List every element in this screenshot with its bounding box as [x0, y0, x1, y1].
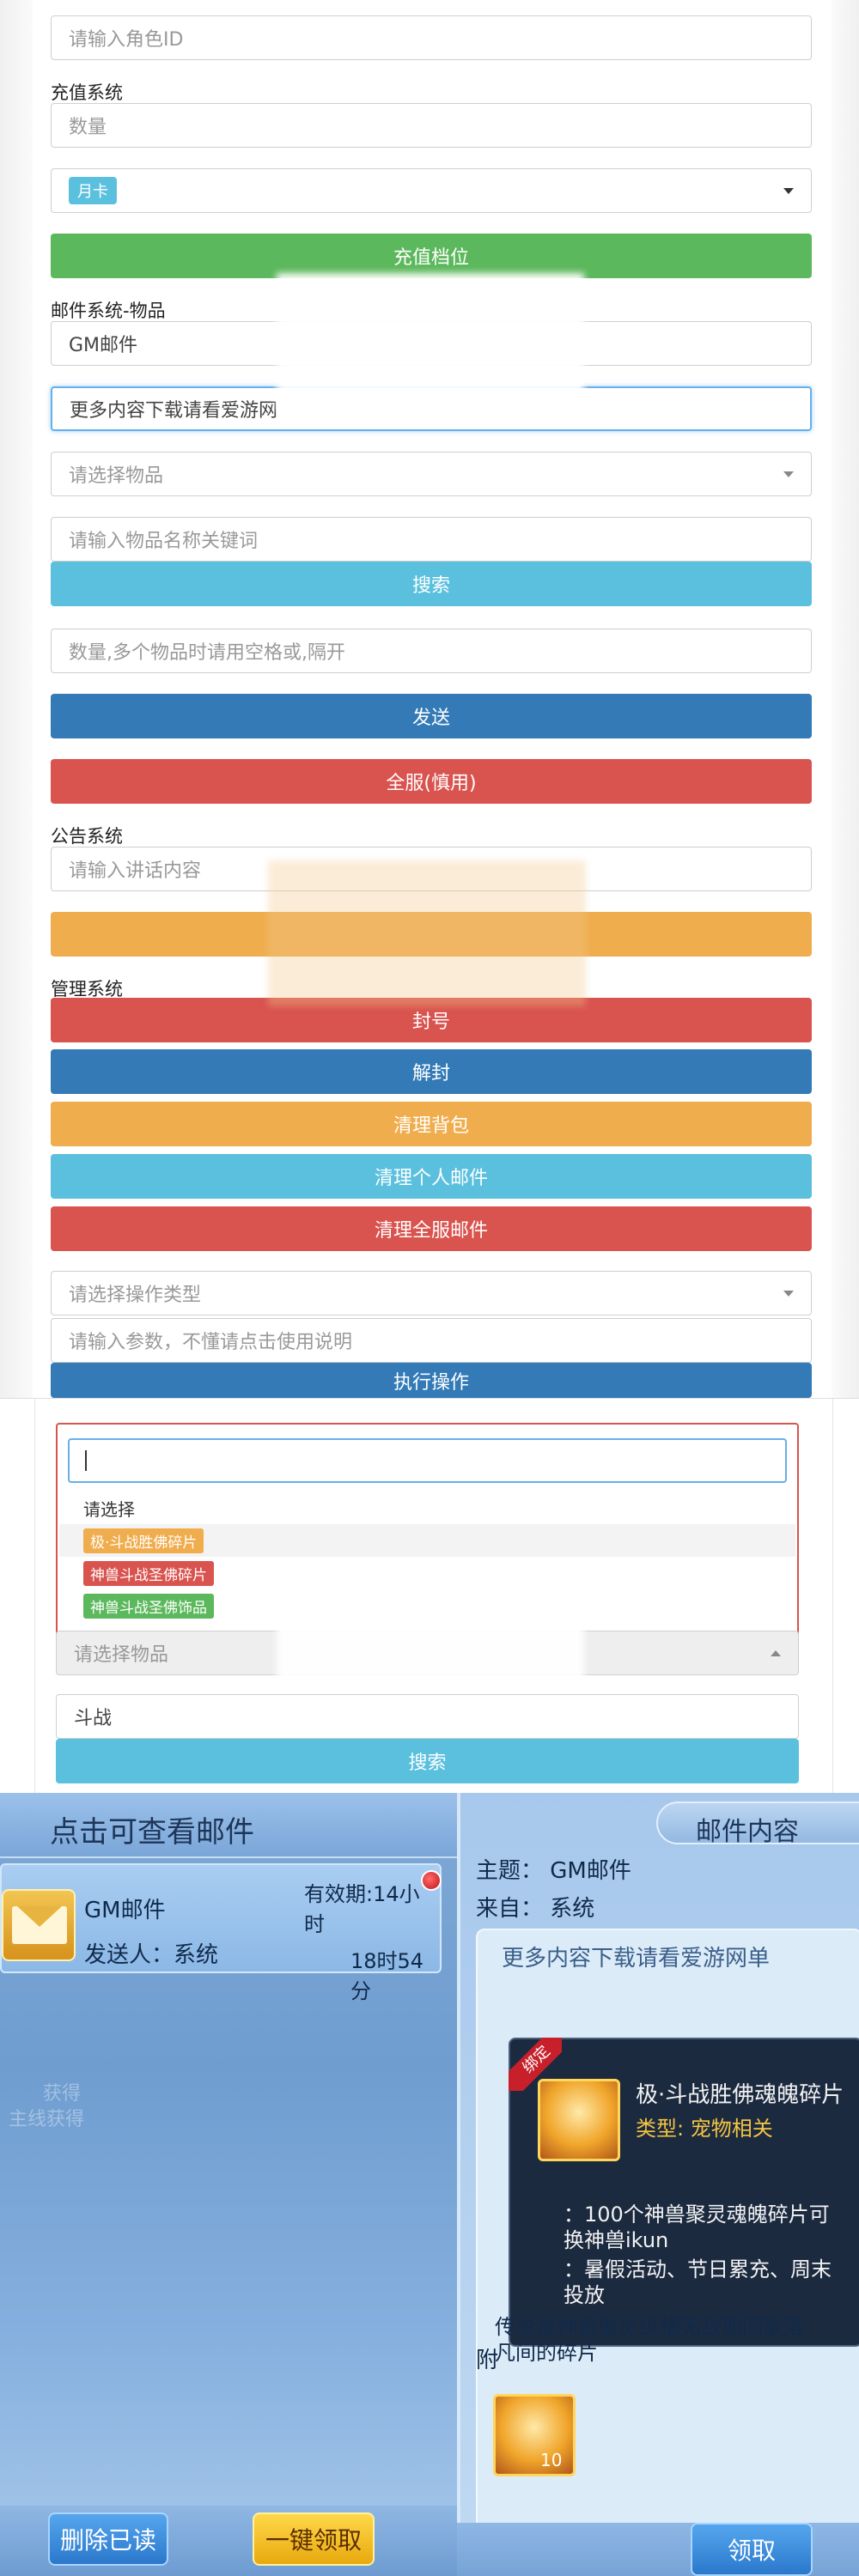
all-server-button[interactable]: 全服(慎用)	[51, 759, 812, 804]
left-gutter	[0, 0, 33, 1398]
mail-list-title: 点击可查看邮件	[50, 1815, 254, 1850]
card-type-tag: 月卡	[69, 177, 117, 204]
text-cursor	[85, 1450, 87, 1471]
gm-form-panel: 请输入角色ID 充值系统 数量 月卡 充值档位 邮件系统-物品 GM邮件 更多内…	[0, 0, 859, 1398]
mail-time-left: 18时54分	[350, 1949, 424, 2003]
item-icon	[538, 2079, 620, 2161]
operation-type-placeholder: 请选择操作类型	[69, 1285, 202, 1306]
background-text: 主线获得	[9, 2109, 85, 2130]
role-id-input[interactable]: 请输入角色ID	[51, 15, 812, 60]
attachment-item-count: 10	[540, 2450, 563, 2470]
quantity-input[interactable]: 数量,多个物品时请用空格或,隔开	[51, 629, 812, 673]
item-dropdown-panel: 请选择 极·斗战胜佛碎片 神兽斗战圣佛碎片 神兽斗战圣佛饰品 请选择物品 斗战 …	[0, 1398, 859, 1794]
mail-validity: 有效期:14小时	[304, 1882, 420, 1936]
mail-sender: 发送人：系统	[84, 1942, 219, 1968]
dropdown-option[interactable]: 极·斗战胜佛碎片	[59, 1524, 795, 1557]
mail-content-title: 邮件内容	[696, 1817, 799, 1847]
tooltip-desc-line: 换神兽ikun	[564, 2228, 669, 2252]
mail-name: GM邮件	[84, 1898, 166, 1923]
unread-dot-icon	[421, 1870, 442, 1891]
mail-list-item[interactable]: GM邮件 有效期:14小时 发送人：系统 18时54分	[0, 1863, 442, 2003]
search-button[interactable]: 搜索	[56, 1739, 799, 1783]
watermark-blur	[268, 860, 586, 1006]
mail-from: 来自： 系统	[476, 1896, 595, 1922]
operation-type-select[interactable]: 请选择操作类型	[51, 1271, 812, 1315]
recharge-system-label: 充值系统	[51, 82, 123, 103]
mail-body-text: 更多内容下载请看爱游网单	[502, 1946, 771, 1971]
bound-badge-text: 绑定	[509, 2038, 562, 2091]
chevron-up-icon	[771, 1649, 781, 1656]
param-input[interactable]: 请输入参数，不懂请点击使用说明	[51, 1318, 812, 1363]
search-button[interactable]: 搜索	[51, 562, 812, 606]
claim-button[interactable]: 领取	[691, 2523, 813, 2576]
tooltip-item-type: 类型: 宠物相关	[636, 2117, 773, 2141]
tooltip-item-name: 极·斗战胜佛魂魄碎片	[636, 2082, 844, 2108]
clear-bag-button[interactable]: 清理背包	[51, 1102, 812, 1146]
mail-subject: 主题： GM邮件	[476, 1858, 631, 1884]
watermark-blur	[277, 273, 584, 410]
item-keyword-input[interactable]: 斗战	[56, 1694, 799, 1739]
dropdown-option-placeholder[interactable]: 请选择	[59, 1492, 795, 1524]
execute-button[interactable]: 执行操作	[51, 1363, 812, 1398]
game-mail-panel: 点击可查看邮件 GM邮件 有效期:14小时 发送人：系统 18时54分 获得 主…	[0, 1793, 859, 2576]
item-keyword-input[interactable]: 请输入物品名称关键词	[51, 517, 812, 562]
attachment-label: 附	[476, 2348, 499, 2373]
option-label: 神兽斗战圣佛饰品	[83, 1593, 214, 1619]
watermark-blur	[277, 1579, 584, 1682]
chevron-down-icon	[783, 187, 794, 194]
right-gutter	[832, 0, 859, 1398]
envelope-icon	[2, 1889, 76, 1961]
clear-all-mail-button[interactable]: 清理全服邮件	[51, 1206, 812, 1251]
chevron-down-icon	[783, 471, 794, 477]
tooltip-desc-line: 投放	[564, 2283, 605, 2307]
dropdown-search-input[interactable]	[68, 1438, 787, 1483]
mail-list-header: 点击可查看邮件	[0, 1793, 457, 1858]
mail-content: 邮件内容 主题： GM邮件 来自： 系统 更多内容下载请看爱游网单 极·斗战胜佛…	[457, 1793, 859, 2576]
delete-read-button[interactable]: 删除已读	[48, 2512, 168, 2566]
attachment-item-icon[interactable]: 10	[493, 2394, 576, 2476]
mail-list: 点击可查看邮件 GM邮件 有效期:14小时 发送人：系统 18时54分 获得 主…	[0, 1793, 457, 2576]
tooltip-lore-line: 凡间的碎片	[495, 2341, 598, 2365]
claim-all-button[interactable]: 一键领取	[253, 2512, 375, 2566]
send-button[interactable]: 发送	[51, 694, 812, 738]
amount-input[interactable]: 数量	[51, 103, 812, 148]
unban-button[interactable]: 解封	[51, 1049, 812, 1094]
recharge-button[interactable]: 充值档位	[51, 234, 812, 278]
chevron-down-icon	[783, 1290, 794, 1297]
item-select[interactable]: 请选择物品	[51, 452, 812, 496]
bound-badge: 绑定	[509, 2038, 562, 2091]
card-type-select[interactable]: 月卡	[51, 168, 812, 213]
item-select-placeholder: 请选择物品	[69, 465, 164, 487]
notice-system-label: 公告系统	[51, 826, 123, 847]
clear-personal-mail-button[interactable]: 清理个人邮件	[51, 1154, 812, 1199]
option-label: 神兽斗战圣佛碎片	[83, 1560, 214, 1586]
mail-content-header: 邮件内容	[656, 1801, 859, 1847]
item-select-placeholder: 请选择物品	[74, 1644, 169, 1666]
background-text: 获得	[43, 2083, 82, 2105]
option-label: 极·斗战胜佛碎片	[83, 1528, 204, 1553]
